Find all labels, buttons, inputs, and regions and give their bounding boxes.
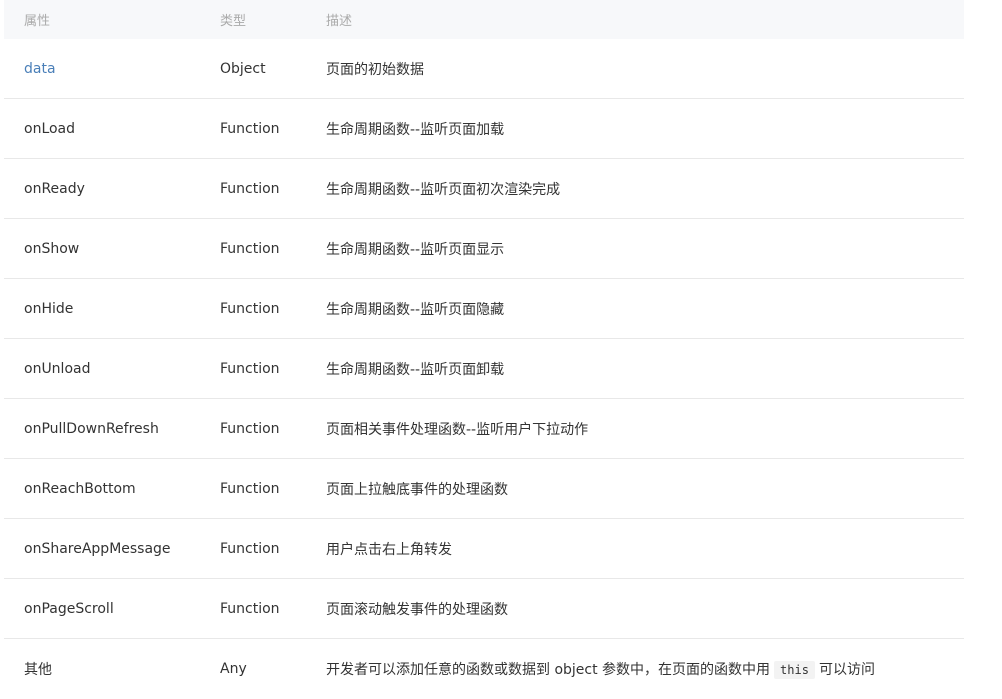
properties-table: 属性 类型 描述 data Object 页面的初始数据 onLoad Func… [4, 0, 964, 699]
prop-cell: data [4, 61, 200, 77]
prop-cell: 其他 [24, 662, 52, 678]
prop-cell: onPullDownRefresh [24, 420, 159, 437]
desc-cell: 生命周期函数--监听页面加载 [326, 121, 505, 138]
prop-cell: onPageScroll [24, 600, 114, 617]
table-row-onreachbottom: onReachBottom Function 页面上拉触底事件的处理函数 [4, 459, 964, 519]
type-cell: Function [220, 300, 280, 317]
table-row-onshow: onShow Function 生命周期函数--监听页面显示 [4, 219, 964, 279]
type-cell: Function [220, 180, 280, 197]
prop-cell: onShareAppMessage [24, 540, 171, 557]
prop-cell: onLoad [24, 120, 76, 137]
table-header: 属性 类型 描述 [4, 0, 964, 39]
type-cell: Function [220, 120, 280, 137]
table-row-onunload: onUnload Function 生命周期函数--监听页面卸载 [4, 339, 964, 399]
desc-cell: 生命周期函数--监听页面卸载 [326, 361, 505, 378]
desc-cell: 页面上拉触底事件的处理函数 [326, 481, 508, 498]
prop-cell: onReachBottom [24, 480, 136, 497]
desc-cell: 页面相关事件处理函数--监听用户下拉动作 [326, 421, 589, 438]
type-cell: Function [220, 240, 280, 257]
desc-cell: 生命周期函数--监听页面初次渲染完成 [326, 181, 561, 198]
desc-text-after: 可以访问 [818, 662, 875, 678]
prop-cell: onUnload [24, 360, 91, 377]
table-row-onpagescroll: onPageScroll Function 页面滚动触发事件的处理函数 [4, 579, 964, 639]
table-row-onshareappmessage: onShareAppMessage Function 用户点击右上角转发 [4, 519, 964, 579]
type-cell: Function [220, 360, 280, 377]
table-row-onload: onLoad Function 生命周期函数--监听页面加载 [4, 99, 964, 159]
table-row-data: data Object 页面的初始数据 [4, 39, 964, 99]
desc-cell: 生命周期函数--监听页面显示 [326, 241, 505, 258]
data-link[interactable]: data [24, 61, 56, 77]
desc-cell: 生命周期函数--监听页面隐藏 [326, 301, 505, 318]
desc-cell: 页面的初始数据 [326, 61, 424, 78]
desc-cell: 用户点击右上角转发 [326, 541, 452, 558]
type-cell: Function [220, 600, 280, 617]
desc-text-before: 开发者可以添加任意的函数或数据到 object 参数中，在页面的函数中用 [326, 662, 771, 678]
type-cell: Function [220, 420, 280, 437]
table-row-onhide: onHide Function 生命周期函数--监听页面隐藏 [4, 279, 964, 339]
type-cell: Function [220, 540, 280, 557]
desc-cell: 开发者可以添加任意的函数或数据到 object 参数中，在页面的函数中用 this… [306, 659, 964, 679]
type-cell: Function [220, 480, 280, 497]
table-row-onpulldownrefresh: onPullDownRefresh Function 页面相关事件处理函数--监… [4, 399, 964, 459]
table-row-other: 其他 Any 开发者可以添加任意的函数或数据到 object 参数中，在页面的函… [4, 639, 964, 699]
header-desc: 描述 [326, 14, 353, 29]
desc-cell: 页面滚动触发事件的处理函数 [326, 601, 508, 618]
type-cell: Object [220, 60, 266, 77]
header-type: 类型 [220, 14, 247, 29]
header-prop: 属性 [24, 14, 51, 29]
type-cell: Any [220, 661, 247, 677]
table-row-onready: onReady Function 生命周期函数--监听页面初次渲染完成 [4, 159, 964, 219]
inline-code-this: this [774, 661, 815, 679]
prop-cell: onShow [24, 240, 80, 257]
prop-cell: onReady [24, 180, 85, 197]
prop-cell: onHide [24, 300, 74, 317]
